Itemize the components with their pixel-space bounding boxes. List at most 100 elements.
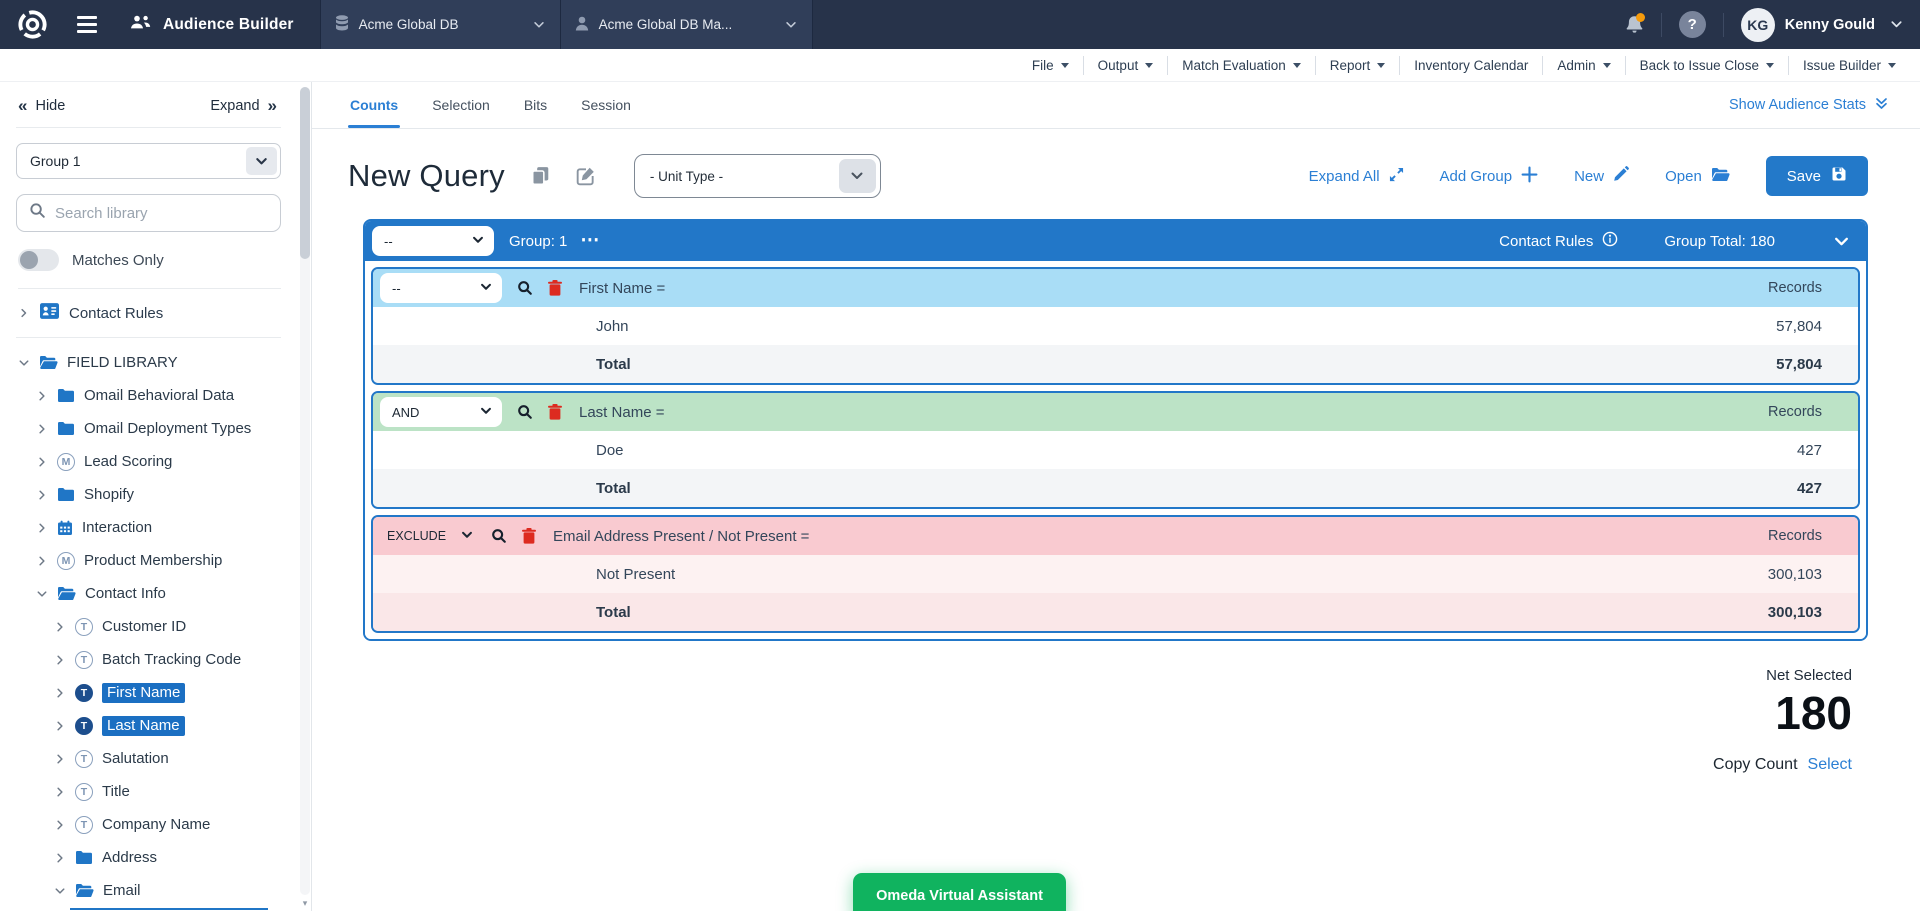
content: « Hide Expand » Group 1 bbox=[0, 82, 1920, 911]
criteria-operator-select[interactable]: -- bbox=[380, 273, 502, 303]
tree-item-shopify[interactable]: Shopify bbox=[16, 478, 281, 511]
scrollbar-down-arrow-icon[interactable]: ▾ bbox=[300, 899, 310, 908]
add-group-button[interactable]: Add Group bbox=[1440, 166, 1539, 187]
sidebar-item-contact-rules[interactable]: Contact Rules bbox=[16, 289, 281, 338]
tree-item-label: Batch Tracking Code bbox=[102, 651, 241, 668]
delete-criteria-icon[interactable] bbox=[548, 404, 562, 420]
search-criteria-icon[interactable] bbox=[517, 404, 533, 420]
omeda-logo-icon[interactable] bbox=[16, 8, 49, 41]
menu-item-file[interactable]: File bbox=[1018, 56, 1083, 75]
chevron-down-icon bbox=[36, 588, 48, 600]
criteria-operator-value: EXCLUDE bbox=[387, 529, 446, 543]
notifications-bell-icon[interactable] bbox=[1625, 15, 1644, 35]
tree-item-customer-id[interactable]: TCustomer ID bbox=[16, 610, 281, 643]
net-selected-label: Net Selected bbox=[312, 667, 1852, 684]
expand-all-button[interactable]: Expand All bbox=[1309, 167, 1404, 186]
menu-item-output[interactable]: Output bbox=[1083, 56, 1168, 75]
matches-only-toggle[interactable] bbox=[18, 249, 59, 271]
save-button[interactable]: Save bbox=[1766, 156, 1868, 196]
tree-item-interaction[interactable]: Interaction bbox=[16, 511, 281, 544]
delete-criteria-icon[interactable] bbox=[548, 280, 562, 296]
tab-session[interactable]: Session bbox=[579, 82, 633, 128]
tree-item-email[interactable]: Email bbox=[16, 874, 281, 907]
tab-selection[interactable]: Selection bbox=[430, 82, 492, 128]
tree-item-company-name[interactable]: TCompany Name bbox=[16, 808, 281, 841]
new-label: New bbox=[1574, 168, 1604, 185]
user-avatar[interactable]: KG bbox=[1741, 8, 1775, 42]
menu-item-match-evaluation[interactable]: Match Evaluation bbox=[1167, 56, 1315, 75]
tab-counts[interactable]: Counts bbox=[348, 82, 400, 128]
tree-item-batch-tracking-code[interactable]: TBatch Tracking Code bbox=[16, 643, 281, 676]
tree-item-omail-behavioral-data[interactable]: Omail Behavioral Data bbox=[16, 379, 281, 412]
user-name: Kenny Gould bbox=[1785, 17, 1875, 33]
rename-query-icon[interactable] bbox=[576, 166, 596, 186]
tree-item-omail-deployment-types[interactable]: Omail Deployment Types bbox=[16, 412, 281, 445]
search-input[interactable] bbox=[55, 205, 268, 222]
criteria-field-label: First Name = bbox=[579, 280, 665, 297]
tree-item-first-name[interactable]: TFirst Name bbox=[16, 676, 281, 709]
sidebar: « Hide Expand » Group 1 bbox=[0, 82, 312, 911]
criteria-total-value: 300,103 bbox=[1768, 604, 1822, 621]
tree-item-label: Omail Behavioral Data bbox=[84, 387, 234, 404]
menu-item-admin[interactable]: Admin bbox=[1542, 56, 1624, 75]
user-menu-chevron-icon[interactable] bbox=[1889, 17, 1904, 32]
caret-down-icon bbox=[1293, 63, 1301, 68]
open-query-button[interactable]: Open bbox=[1665, 167, 1730, 186]
tree-item-lead-scoring[interactable]: MLead Scoring bbox=[16, 445, 281, 478]
tree-item-label: Email bbox=[103, 882, 141, 899]
chevron-right-icon bbox=[36, 555, 48, 567]
tree-item-title[interactable]: TTitle bbox=[16, 775, 281, 808]
criteria-block-email-address-present-not-present: EXCLUDEEmail Address Present / Not Prese… bbox=[371, 515, 1860, 633]
audience-icon bbox=[130, 15, 152, 35]
search-criteria-icon[interactable] bbox=[491, 528, 507, 544]
chevron-right-icon bbox=[54, 654, 66, 666]
app-root: Audience Builder Acme Global DB bbox=[0, 0, 1920, 911]
tree-item-label: Address bbox=[102, 849, 157, 866]
expand-panel-button[interactable]: Expand » bbox=[210, 97, 277, 114]
menu-item-report[interactable]: Report bbox=[1315, 56, 1400, 75]
drop-indicator-line bbox=[70, 908, 268, 910]
group-operator-select[interactable]: -- bbox=[372, 226, 494, 256]
tree-item-contact-info[interactable]: Contact Info bbox=[16, 577, 281, 610]
group-select[interactable]: Group 1 bbox=[16, 143, 281, 179]
group-label: Group: 1 bbox=[509, 233, 567, 250]
copy-query-icon[interactable] bbox=[531, 166, 550, 186]
criteria-field-label: Last Name = bbox=[579, 404, 664, 421]
menu-item-inventory-calendar[interactable]: Inventory Calendar bbox=[1399, 56, 1542, 75]
tree-item-field-library[interactable]: FIELD LIBRARY bbox=[16, 346, 281, 379]
new-query-button[interactable]: New bbox=[1574, 166, 1629, 186]
menu-item-back-to-issue-close[interactable]: Back to Issue Close bbox=[1625, 56, 1788, 75]
menu-item-issue-builder[interactable]: Issue Builder bbox=[1788, 56, 1910, 75]
records-column-header: Records bbox=[1768, 528, 1822, 544]
group-contact-rules-link[interactable]: Contact Rules bbox=[1499, 231, 1618, 251]
menu-item-label: Inventory Calendar bbox=[1414, 58, 1528, 73]
hide-panel-button[interactable]: « Hide bbox=[18, 97, 65, 114]
folder-open-icon bbox=[39, 355, 58, 370]
tree-item-last-name[interactable]: TLast Name bbox=[16, 709, 281, 742]
double-chevron-down-icon bbox=[1873, 95, 1890, 116]
tree-item-address[interactable]: Address bbox=[16, 841, 281, 874]
search-criteria-icon[interactable] bbox=[517, 280, 533, 296]
delete-criteria-icon[interactable] bbox=[522, 528, 536, 544]
tree-item-label: First Name bbox=[102, 683, 185, 703]
omeda-virtual-assistant-button[interactable]: Omeda Virtual Assistant bbox=[853, 873, 1066, 911]
tab-bits[interactable]: Bits bbox=[522, 82, 549, 128]
caret-down-icon bbox=[1766, 63, 1774, 68]
unit-type-select[interactable]: - Unit Type - bbox=[634, 154, 881, 198]
copy-count-select-link[interactable]: Select bbox=[1808, 756, 1852, 773]
help-icon[interactable]: ? bbox=[1679, 11, 1706, 38]
caret-down-icon bbox=[1603, 63, 1611, 68]
scrollbar-thumb[interactable] bbox=[300, 87, 310, 259]
tree-item-salutation[interactable]: TSalutation bbox=[16, 742, 281, 775]
criteria-operator-select[interactable]: AND bbox=[380, 397, 502, 427]
database-selector[interactable]: Acme Global DB bbox=[321, 0, 561, 49]
profile-selector[interactable]: Acme Global DB Ma... bbox=[561, 0, 813, 49]
criteria-operator-select[interactable]: EXCLUDE bbox=[380, 521, 476, 551]
sidebar-scrollbar[interactable] bbox=[300, 87, 310, 895]
criteria-value-label: Doe bbox=[596, 442, 624, 459]
collapse-group-chevron-icon[interactable] bbox=[1833, 233, 1850, 250]
tree-item-product-membership[interactable]: MProduct Membership bbox=[16, 544, 281, 577]
folder-icon bbox=[57, 388, 75, 403]
show-audience-stats-link[interactable]: Show Audience Stats bbox=[1729, 95, 1890, 116]
hamburger-menu-icon[interactable] bbox=[77, 16, 97, 33]
